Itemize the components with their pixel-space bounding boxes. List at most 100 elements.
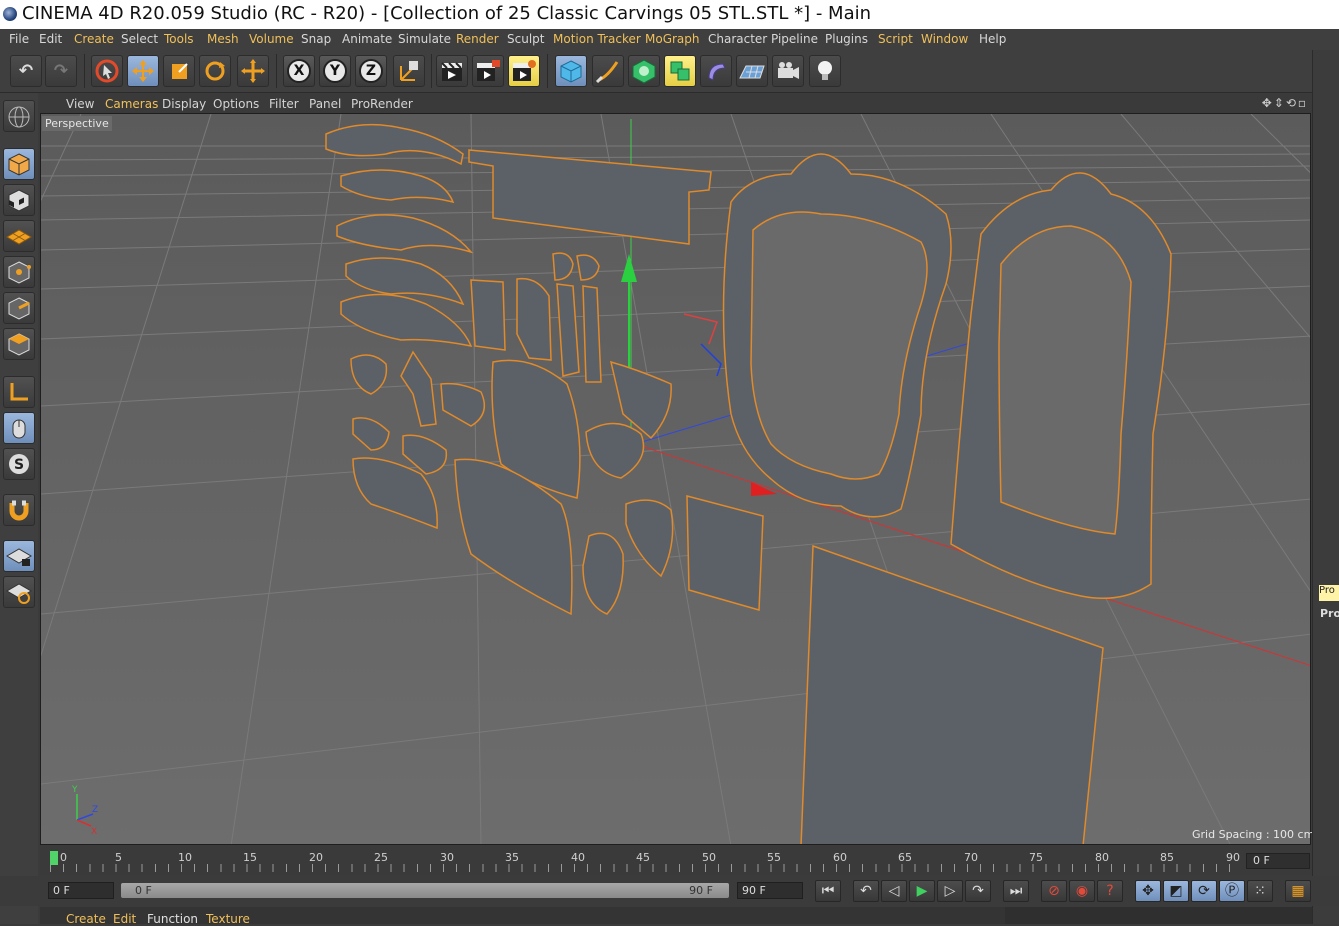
key-position-button[interactable]: ✥ [1135, 880, 1161, 902]
texture-mode-button[interactable] [3, 184, 35, 216]
tweak-mode-button[interactable] [3, 412, 35, 444]
menu-help[interactable]: Help [979, 32, 1006, 47]
viewport-menu-cameras[interactable]: Cameras [105, 97, 158, 111]
menu-render[interactable]: Render [456, 32, 499, 47]
carving-ornament[interactable] [336, 214, 474, 254]
carving-grapes[interactable] [625, 499, 674, 578]
workplane-mode-button[interactable] [3, 220, 35, 252]
polygons-mode-button[interactable] [3, 328, 35, 360]
enable-axis-button[interactable] [3, 376, 35, 408]
project-tab[interactable]: Pro [1319, 585, 1339, 601]
model-mode-button[interactable] [3, 148, 35, 180]
menu-tools[interactable]: Tools [164, 32, 194, 47]
render-settings-button[interactable] [508, 55, 540, 87]
light-object-button[interactable] [809, 55, 841, 87]
move-gizmo-y-arrow[interactable] [621, 254, 637, 282]
cube-object-button[interactable] [555, 55, 587, 87]
rotate-gizmo-arc[interactable] [683, 313, 718, 345]
preview-range-slider[interactable]: 0 F 90 F [121, 883, 729, 898]
workplane-align-button[interactable] [3, 576, 35, 608]
carving-pillar[interactable] [582, 285, 602, 383]
undo-button[interactable]: ↶ [10, 55, 42, 87]
3d-viewport[interactable]: Y Z X [40, 113, 1311, 845]
menu-mograph[interactable]: MoGraph [645, 32, 700, 47]
z-axis-lock-button[interactable]: Z [355, 55, 387, 87]
carving-small-piece[interactable] [352, 417, 390, 451]
points-mode-button[interactable] [3, 256, 35, 288]
menu-file[interactable]: File [9, 32, 29, 47]
carving-rosette[interactable] [552, 252, 574, 281]
menu-edit[interactable]: Edit [39, 32, 62, 47]
menu-create[interactable]: Create [74, 32, 114, 47]
goto-next-key-button[interactable]: ↷ [965, 880, 991, 902]
coordinate-system-button[interactable] [393, 55, 425, 87]
transform-tool-button[interactable] [237, 55, 269, 87]
menu-simulate[interactable]: Simulate [398, 32, 451, 47]
render-to-picture-viewer-button[interactable] [472, 55, 504, 87]
deformer-button[interactable] [700, 55, 732, 87]
menu-window[interactable]: Window [921, 32, 968, 47]
viewport-menu-display[interactable]: Display [162, 97, 206, 111]
workplane-lock-button[interactable] [3, 540, 35, 572]
carving-small-piece[interactable] [440, 382, 486, 427]
menu-script[interactable]: Script [878, 32, 913, 47]
make-editable-button[interactable] [3, 100, 35, 132]
menu-mesh[interactable]: Mesh [207, 32, 239, 47]
menu-volume[interactable]: Volume [249, 32, 294, 47]
carving-fleur-de-lis[interactable] [400, 350, 437, 427]
carving-rosette[interactable] [576, 254, 600, 281]
pen-spline-button[interactable] [592, 55, 624, 87]
carving-acanthus[interactable] [516, 277, 552, 361]
camera-object-button[interactable] [772, 55, 804, 87]
key-rotation-button[interactable]: ⟳ [1191, 880, 1217, 902]
floor-object-button[interactable] [736, 55, 768, 87]
menu-character[interactable]: Character [708, 32, 767, 47]
viewport-menu-view[interactable]: View [66, 97, 94, 111]
carving-tile-small[interactable] [686, 495, 764, 611]
max-frame-field[interactable]: 90 F [737, 882, 803, 899]
solo-button[interactable]: S [3, 448, 35, 480]
scale-tool-button[interactable] [163, 55, 195, 87]
rotate-gizmo-arc[interactable] [700, 343, 722, 377]
goto-end-button[interactable]: ⏭ [1003, 880, 1029, 902]
next-frame-button[interactable]: ▷ [937, 880, 963, 902]
play-forward-button[interactable]: ▶ [909, 880, 935, 902]
menu-snap[interactable]: Snap [301, 32, 331, 47]
key-parameter-button[interactable]: Ⓟ [1219, 880, 1245, 902]
timeline-window-button[interactable]: ▦ [1285, 880, 1311, 902]
key-point-level-button[interactable]: ⁙ [1247, 880, 1273, 902]
menu-plugins[interactable]: Plugins [825, 32, 868, 47]
subdivision-surface-button[interactable] [628, 55, 660, 87]
carving-cornice[interactable] [468, 149, 712, 245]
timeline-end-frame-field[interactable]: 0 F [1246, 853, 1310, 869]
viewport-menu-prorender[interactable]: ProRender [351, 97, 413, 111]
menu-pipeline[interactable]: Pipeline [771, 32, 818, 47]
carving-leaf[interactable] [585, 422, 645, 479]
array-object-button[interactable] [664, 55, 696, 87]
menu-motion-tracker[interactable]: Motion Tracker [553, 32, 641, 47]
menu-animate[interactable]: Animate [342, 32, 392, 47]
viewport-navigation-icons[interactable]: ✥⇕⟲▫ [1262, 96, 1308, 110]
render-view-button[interactable] [436, 55, 468, 87]
goto-previous-key-button[interactable]: ↶ [853, 880, 879, 902]
move-tool-button[interactable] [127, 55, 159, 87]
viewport-menu-panel[interactable]: Panel [309, 97, 341, 111]
redo-button[interactable]: ↷ [45, 55, 77, 87]
carving-panel[interactable] [470, 279, 506, 351]
y-axis-lock-button[interactable]: Y [319, 55, 351, 87]
x-axis-lock-button[interactable]: X [283, 55, 315, 87]
edges-mode-button[interactable] [3, 292, 35, 324]
menu-sculpt[interactable]: Sculpt [507, 32, 544, 47]
carving-medallion[interactable] [582, 532, 624, 615]
record-active-objects-button[interactable]: ⊘ [1041, 880, 1067, 902]
key-scale-button[interactable]: ◩ [1163, 880, 1189, 902]
snapping-button[interactable] [3, 494, 35, 526]
current-frame-marker[interactable] [50, 851, 58, 865]
carving-ornament[interactable] [340, 169, 455, 204]
viewport-menu-options[interactable]: Options [213, 97, 259, 111]
rotate-tool-button[interactable] [199, 55, 231, 87]
goto-start-button[interactable]: ⏮ [815, 880, 841, 902]
previous-frame-button[interactable]: ◁ [881, 880, 907, 902]
autokeying-button[interactable]: ◉ [1069, 880, 1095, 902]
carving-pillar[interactable] [556, 283, 580, 377]
